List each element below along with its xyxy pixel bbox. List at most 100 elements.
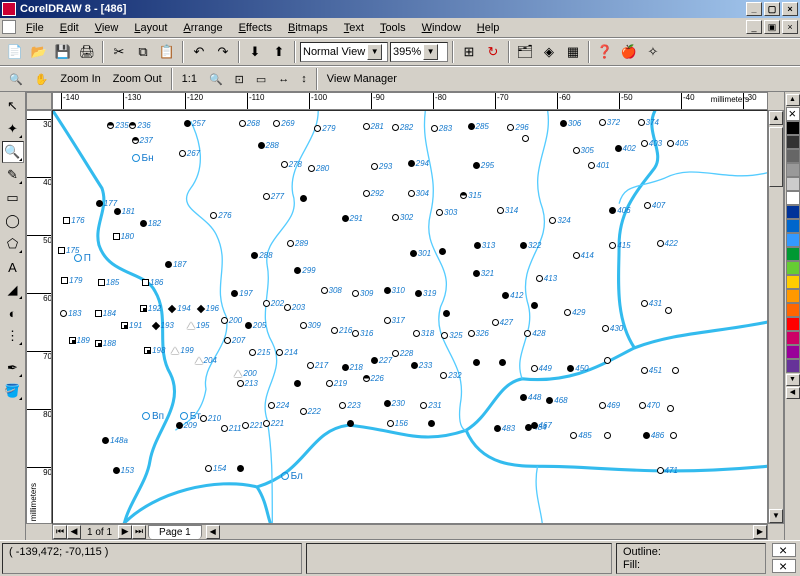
new-button[interactable]: 📄 xyxy=(4,41,26,63)
map-point[interactable]: 318 xyxy=(413,329,434,338)
map-point[interactable]: 324 xyxy=(549,216,570,225)
page-tab[interactable]: Page 1 xyxy=(148,525,202,539)
map-point[interactable]: 403 xyxy=(641,139,662,148)
map-point[interactable]: 148a xyxy=(102,436,128,445)
map-point[interactable]: 227 xyxy=(371,356,392,365)
color-swatch[interactable] xyxy=(786,191,800,205)
map-point[interactable]: 296 xyxy=(507,123,528,132)
map-point[interactable]: 285 xyxy=(468,122,489,131)
outline-tool[interactable]: ✒ xyxy=(2,357,24,379)
drawing-canvas[interactable]: 2362352572372672682692882792782802812822… xyxy=(52,110,768,524)
map-point[interactable]: 236 xyxy=(129,121,150,130)
map-point[interactable] xyxy=(531,301,539,310)
last-page-button[interactable]: ⏭ xyxy=(132,525,146,539)
map-point[interactable]: 325 xyxy=(441,331,462,340)
text-tool[interactable]: A xyxy=(2,256,24,278)
minimize-button[interactable]: _ xyxy=(746,2,762,16)
map-point[interactable]: 470 xyxy=(639,401,660,410)
map-point[interactable]: 430 xyxy=(602,324,623,333)
shape-tool[interactable]: ✦ xyxy=(2,118,24,140)
map-point[interactable]: 231 xyxy=(420,401,441,410)
map-point[interactable]: 194 xyxy=(169,304,190,313)
palette-scroll-down[interactable]: ▼ xyxy=(786,374,800,386)
map-point[interactable]: 288 xyxy=(258,141,279,150)
map-point[interactable] xyxy=(604,356,612,365)
map-point[interactable]: 278 xyxy=(281,160,302,169)
map-point[interactable]: 431 xyxy=(641,299,662,308)
map-point[interactable]: 295 xyxy=(473,161,494,170)
map-point[interactable]: 188 xyxy=(95,339,116,348)
import-button[interactable]: ⬇ xyxy=(244,41,266,63)
color-swatch[interactable] xyxy=(786,317,800,331)
color-swatch[interactable] xyxy=(786,205,800,219)
map-point[interactable] xyxy=(439,247,447,256)
map-point[interactable] xyxy=(604,431,612,440)
map-point[interactable]: 202 xyxy=(263,299,284,308)
map-point[interactable]: 221 xyxy=(242,421,263,430)
menu-view[interactable]: View xyxy=(87,20,127,36)
map-point[interactable] xyxy=(665,306,673,315)
horizontal-ruler[interactable]: -140-130-120-110-100-90-80-70-60-50-40-3… xyxy=(52,92,768,110)
map-point[interactable]: 237 xyxy=(132,136,153,145)
mdi-minimize-button[interactable]: _ xyxy=(746,20,762,34)
mdi-restore-button[interactable]: ▣ xyxy=(764,20,780,34)
corel-tutor-button[interactable]: 🍎 xyxy=(618,41,640,63)
map-point[interactable]: 306 xyxy=(560,119,581,128)
map-point[interactable]: 304 xyxy=(408,189,429,198)
map-point[interactable]: 267 xyxy=(179,149,200,158)
map-point[interactable]: 374 xyxy=(638,118,659,127)
color-swatch[interactable] xyxy=(786,121,800,135)
scrapbook-button[interactable]: 🗂 xyxy=(514,41,536,63)
color-swatch[interactable] xyxy=(786,359,800,373)
palette-flyout[interactable]: ◀ xyxy=(786,387,800,399)
snap-button[interactable]: ⊞ xyxy=(458,41,480,63)
zoom-all-button[interactable]: ⊡ xyxy=(230,69,249,89)
fill-swatch[interactable] xyxy=(772,559,796,573)
map-point[interactable]: 309 xyxy=(352,289,373,298)
map-point[interactable] xyxy=(667,404,675,413)
map-point[interactable]: 451 xyxy=(641,366,662,375)
zoom-out-button[interactable]: Zoom Out xyxy=(108,69,167,89)
map-point[interactable]: 309 xyxy=(300,321,321,330)
zoom-tool-icon[interactable]: 🔍 xyxy=(4,69,28,89)
color-swatch[interactable] xyxy=(786,345,800,359)
map-point[interactable]: 406 xyxy=(609,206,630,215)
view-manager-button[interactable]: View Manager xyxy=(322,69,402,89)
map-point[interactable]: 207 xyxy=(224,336,245,345)
map-point[interactable]: 314 xyxy=(497,206,518,215)
map-point[interactable]: 232 xyxy=(440,371,461,380)
menu-edit[interactable]: Edit xyxy=(52,20,87,36)
chevron-down-icon[interactable]: ▼ xyxy=(423,44,438,60)
open-button[interactable]: 📂 xyxy=(28,41,50,63)
map-point[interactable]: 187 xyxy=(165,260,186,269)
map-point[interactable]: 293 xyxy=(371,162,392,171)
color-swatch[interactable] xyxy=(786,247,800,261)
map-point[interactable]: 281 xyxy=(363,122,384,131)
chevron-down-icon[interactable]: ▼ xyxy=(367,44,382,60)
prev-page-button[interactable]: ◀ xyxy=(67,525,81,539)
view-quality-combo[interactable]: Normal View▼ xyxy=(300,42,388,62)
map-point[interactable] xyxy=(347,419,355,428)
map-point[interactable]: 448 xyxy=(520,393,541,402)
ruler-origin[interactable] xyxy=(26,92,52,110)
map-point[interactable]: 204 xyxy=(195,356,217,365)
map-point[interactable]: 217 xyxy=(307,361,328,370)
map-point[interactable]: 195 xyxy=(187,321,209,330)
color-swatch[interactable] xyxy=(786,135,800,149)
map-point[interactable]: 414 xyxy=(573,251,594,260)
interactive-blend-tool[interactable]: ⋮ xyxy=(2,325,24,347)
map-point[interactable]: 305 xyxy=(573,146,594,155)
map-point[interactable]: 192 xyxy=(140,304,161,313)
map-point[interactable]: 301 xyxy=(410,249,431,258)
zoom-page-button[interactable]: ▭ xyxy=(251,69,271,89)
map-point[interactable]: 185 xyxy=(98,278,119,287)
color-swatch[interactable] xyxy=(786,177,800,191)
scripts-button[interactable]: ▦ xyxy=(562,41,584,63)
freehand-tool[interactable]: ✎ xyxy=(2,164,24,186)
menu-tools[interactable]: Tools xyxy=(372,20,414,36)
save-button[interactable]: 💾 xyxy=(52,41,74,63)
map-point[interactable] xyxy=(522,134,530,143)
palette-scroll-up[interactable]: ▲ xyxy=(786,94,800,106)
color-swatch[interactable] xyxy=(786,275,800,289)
cut-button[interactable]: ✂ xyxy=(108,41,130,63)
